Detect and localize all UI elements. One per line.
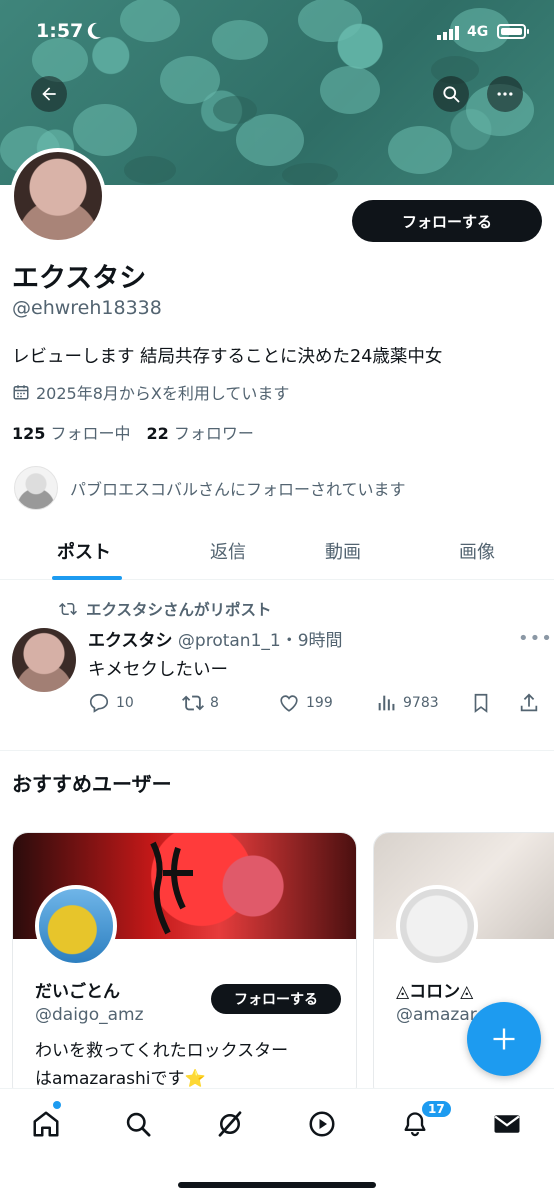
back-button[interactable] <box>31 76 67 112</box>
share-button[interactable] <box>518 692 540 714</box>
nav-video[interactable] <box>305 1107 339 1141</box>
tab-replies[interactable]: 返信 <box>210 538 246 564</box>
following-label: フォロー中 <box>50 424 131 443</box>
active-tab-indicator <box>52 576 122 580</box>
more-icon <box>497 92 513 96</box>
tab-images[interactable]: 画像 <box>459 538 495 564</box>
like-button[interactable]: 199 <box>278 692 333 714</box>
play-icon <box>309 1111 335 1137</box>
tab-videos[interactable]: 動画 <box>325 538 361 564</box>
profile-name: エクスタシ <box>12 263 147 294</box>
repost-context[interactable]: エクスタシさんがリポスト <box>58 598 272 620</box>
card-avatar[interactable] <box>35 885 117 967</box>
card-handle: @daigo_amz <box>35 1005 144 1025</box>
network-label: 4G <box>467 24 489 40</box>
notifications-badge: 17 <box>420 1099 453 1119</box>
search-button[interactable] <box>433 76 469 112</box>
follow-button[interactable]: フォローする <box>352 200 542 242</box>
post-text: キメセクしたいー <box>88 660 228 680</box>
followed-by[interactable]: パブロエスコバルさんにフォローされています <box>14 466 406 510</box>
profile-handle: @ehwreh18338 <box>12 297 162 319</box>
section-divider <box>0 750 554 751</box>
repost-icon <box>182 695 204 711</box>
views-button[interactable]: 9783 <box>375 692 439 714</box>
recommendations-title: おすすめユーザー <box>12 772 172 796</box>
reply-count: 10 <box>116 695 134 711</box>
profile-bio: レビューします 結局共存することに決めた24歳薬中女 <box>12 347 443 367</box>
home-unread-dot <box>53 1101 61 1109</box>
joined-date: 2025年8月からXを利用しています <box>12 380 289 404</box>
profile-tabs: ポスト 返信 動画 画像 <box>0 522 554 580</box>
repost-icon <box>59 602 77 616</box>
bookmark-button[interactable] <box>470 692 492 714</box>
grok-icon <box>218 1111 242 1137</box>
bookmark-icon <box>474 693 488 713</box>
followed-by-text: パブロエスコバルさんにフォローされています <box>70 480 406 499</box>
like-icon <box>280 695 298 712</box>
battery-icon <box>497 24 529 39</box>
repost-button[interactable]: 8 <box>182 692 219 714</box>
nav-home[interactable] <box>29 1107 63 1141</box>
following-count: 125 <box>12 424 46 443</box>
share-icon <box>520 693 538 712</box>
followers-label: フォロワー <box>173 424 254 443</box>
moon-icon <box>87 22 101 39</box>
post-avatar[interactable] <box>12 628 76 692</box>
card-bio-line-1: わいを救ってくれたロックスター <box>35 1041 289 1061</box>
card-name: だいごとん <box>35 982 120 1002</box>
search-icon <box>443 86 460 103</box>
followers-link[interactable]: 22 フォロワー <box>147 424 254 443</box>
post-header: エクスタシ @protan1_1・9時間 <box>88 626 343 651</box>
reply-button[interactable]: 10 <box>88 692 134 714</box>
repost-count: 8 <box>210 695 219 711</box>
views-count: 9783 <box>403 695 439 711</box>
post-author-name[interactable]: エクスタシ <box>88 631 173 651</box>
more-button[interactable] <box>487 76 523 112</box>
followers-count: 22 <box>146 424 169 443</box>
nav-messages[interactable] <box>490 1107 524 1141</box>
back-arrow-icon <box>42 87 56 101</box>
like-count: 199 <box>306 695 333 711</box>
post-actions: 10 8 199 9783 <box>88 692 544 718</box>
profile-avatar[interactable] <box>10 148 106 244</box>
follower-avatar <box>14 466 58 510</box>
post-more-icon[interactable]: ••• <box>518 628 553 649</box>
status-bar: 1:57 4G <box>0 0 554 62</box>
following-link[interactable]: 125 フォロー中 <box>12 424 131 443</box>
nav-search[interactable] <box>121 1107 155 1141</box>
recommendation-card[interactable]: だいごとん フォローする @daigo_amz わいを救ってくれたロックスター … <box>12 832 357 1102</box>
plus-icon <box>493 1028 515 1050</box>
post-author-meta: @protan1_1・9時間 <box>177 631 343 651</box>
views-icon <box>378 695 395 711</box>
card-bio: わいを救ってくれたロックスター はamazarashiです⭐ <box>35 1037 288 1093</box>
card-name: ◬コロン◬ <box>396 982 474 1002</box>
status-time: 1:57 <box>36 20 84 42</box>
repost-label: エクスタシさんがリポスト <box>86 601 272 619</box>
mail-icon <box>494 1115 520 1133</box>
card-follow-button[interactable]: フォローする <box>211 984 341 1014</box>
nav-grok[interactable] <box>213 1107 247 1141</box>
compose-button[interactable] <box>467 1002 541 1076</box>
reply-icon <box>89 693 109 713</box>
card-avatar[interactable] <box>396 885 478 967</box>
home-indicator <box>178 1182 376 1188</box>
search-icon <box>126 1112 151 1137</box>
tab-posts[interactable]: ポスト <box>57 538 111 564</box>
joined-text: 2025年8月からXを利用しています <box>36 384 290 403</box>
home-icon <box>33 1111 59 1137</box>
signal-icon <box>437 26 459 40</box>
calendar-icon <box>13 385 29 400</box>
follow-counts: 125 フォロー中 22 フォロワー <box>12 420 254 444</box>
